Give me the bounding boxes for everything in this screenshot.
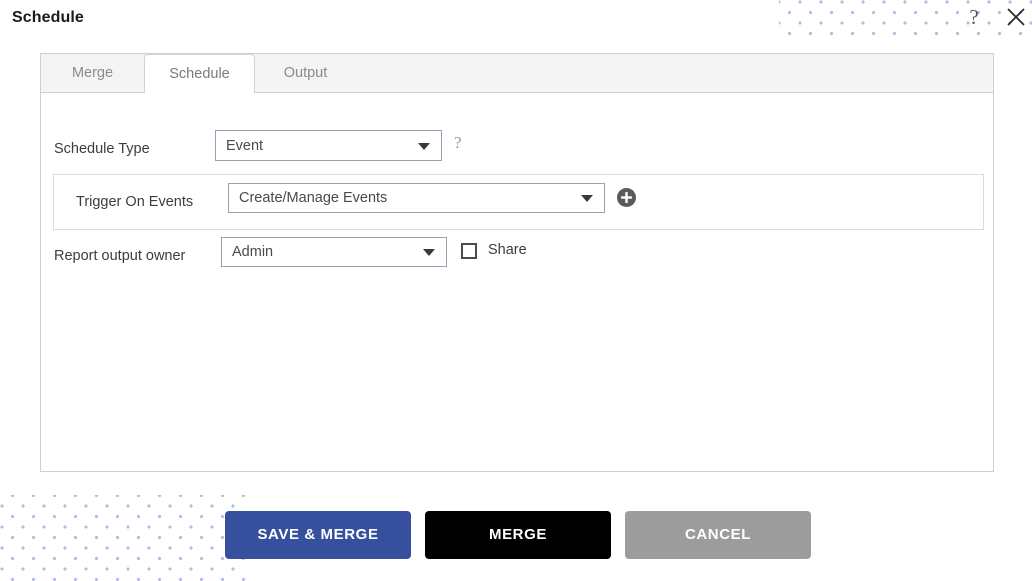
panel-body: Schedule Type Event ? Trigger On Events … xyxy=(41,93,993,471)
tab-schedule[interactable]: Schedule xyxy=(144,54,255,94)
report-output-owner-value: Admin xyxy=(232,244,274,260)
schedule-type-value: Event xyxy=(226,137,264,154)
tab-output[interactable]: Output xyxy=(255,54,356,93)
footer-button-bar: SAVE & MERGE MERGE CANCEL xyxy=(0,511,1032,561)
report-output-owner-label: Report output owner xyxy=(54,248,186,264)
report-output-owner-select[interactable]: Admin xyxy=(221,237,447,267)
trigger-on-events-select[interactable]: Create/Manage Events xyxy=(228,183,605,213)
dialog-header: Schedule ? xyxy=(0,0,1032,40)
schedule-type-select[interactable]: Event xyxy=(215,130,442,161)
page-title: Schedule xyxy=(12,9,84,26)
schedule-type-help-icon[interactable]: ? xyxy=(454,133,462,153)
share-label: Share xyxy=(488,242,527,258)
tab-strip: Merge Schedule Output xyxy=(41,54,993,94)
chevron-down-icon xyxy=(418,142,430,150)
plus-circle-icon[interactable] xyxy=(617,188,636,207)
trigger-on-events-group: Trigger On Events Create/Manage Events xyxy=(53,174,984,230)
schedule-type-label: Schedule Type xyxy=(54,141,150,157)
share-checkbox[interactable] xyxy=(461,243,477,259)
chevron-down-icon xyxy=(581,195,593,202)
chevron-down-icon xyxy=(423,249,435,256)
tab-merge-label: Merge xyxy=(71,65,114,81)
tab-output-label: Output xyxy=(283,65,328,81)
tab-schedule-label: Schedule xyxy=(169,66,230,82)
help-icon[interactable]: ? xyxy=(962,4,986,30)
schedule-dialog-panel: Merge Schedule Output Schedule Type Even… xyxy=(40,53,994,472)
tab-merge[interactable]: Merge xyxy=(41,54,144,93)
trigger-on-events-value: Create/Manage Events xyxy=(239,190,388,206)
merge-button[interactable]: MERGE xyxy=(425,511,611,559)
cancel-button[interactable]: CANCEL xyxy=(625,511,811,559)
trigger-on-events-label: Trigger On Events xyxy=(76,194,194,210)
close-icon[interactable] xyxy=(1004,5,1028,29)
save-and-merge-button[interactable]: SAVE & MERGE xyxy=(225,511,411,559)
